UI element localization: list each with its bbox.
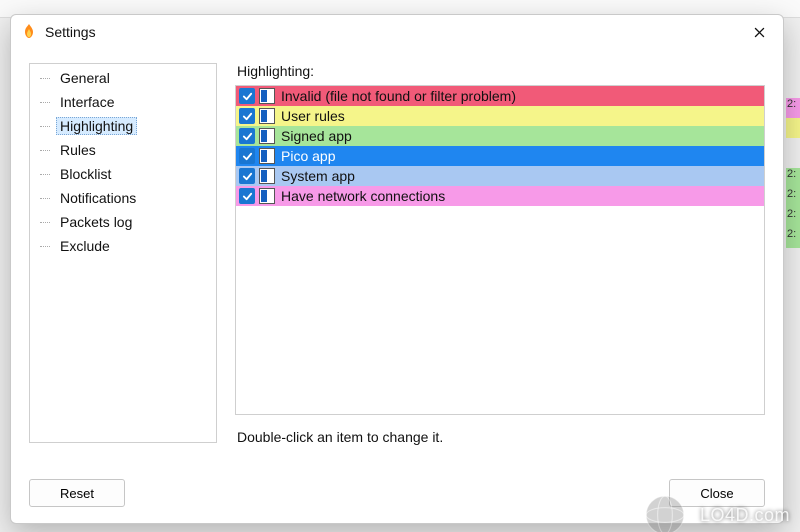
tree-connector bbox=[40, 78, 50, 79]
sidebar-item-interface[interactable]: Interface bbox=[30, 90, 216, 114]
tree-connector bbox=[40, 150, 50, 151]
background-list-fragment: 2: bbox=[786, 188, 800, 208]
tree-connector bbox=[40, 126, 50, 127]
row-checkbox[interactable] bbox=[239, 128, 255, 144]
highlight-row[interactable]: Invalid (file not found or filter proble… bbox=[236, 86, 764, 106]
highlight-row[interactable]: Pico app bbox=[236, 146, 764, 166]
row-checkbox[interactable] bbox=[239, 108, 255, 124]
row-checkbox[interactable] bbox=[239, 188, 255, 204]
highlight-row[interactable]: System app bbox=[236, 166, 764, 186]
tree-connector bbox=[40, 246, 50, 247]
tree-connector bbox=[40, 174, 50, 175]
background-list-fragment: 2: bbox=[786, 98, 800, 118]
color-swatch-icon[interactable] bbox=[259, 128, 275, 144]
highlight-row[interactable]: Have network connections bbox=[236, 186, 764, 206]
highlighting-list[interactable]: Invalid (file not found or filter proble… bbox=[235, 85, 765, 415]
close-icon[interactable] bbox=[739, 17, 779, 47]
sidebar-item-label: Blocklist bbox=[56, 166, 115, 182]
row-checkbox[interactable] bbox=[239, 88, 255, 104]
tree-connector bbox=[40, 222, 50, 223]
tree-connector bbox=[40, 102, 50, 103]
color-swatch-icon[interactable] bbox=[259, 188, 275, 204]
sidebar-item-blocklist[interactable]: Blocklist bbox=[30, 162, 216, 186]
color-swatch-icon[interactable] bbox=[259, 108, 275, 124]
row-label: Signed app bbox=[279, 128, 352, 144]
background-list-fragment: 2: bbox=[786, 208, 800, 228]
row-label: User rules bbox=[279, 108, 345, 124]
row-checkbox[interactable] bbox=[239, 168, 255, 184]
background-list-fragment bbox=[786, 118, 800, 138]
row-label: Invalid (file not found or filter proble… bbox=[279, 88, 516, 104]
settings-category-tree[interactable]: General Interface Highlighting Rules Blockli… bbox=[29, 63, 217, 443]
row-label: Have network connections bbox=[279, 188, 445, 204]
row-label: System app bbox=[279, 168, 355, 184]
highlight-row[interactable]: Signed app bbox=[236, 126, 764, 146]
reset-button[interactable]: Reset bbox=[29, 479, 125, 507]
color-swatch-icon[interactable] bbox=[259, 88, 275, 104]
sidebar-item-rules[interactable]: Rules bbox=[30, 138, 216, 162]
hint-text: Double-click an item to change it. bbox=[235, 429, 765, 445]
background-list-fragment: 2: bbox=[786, 168, 800, 188]
sidebar-item-label: Packets log bbox=[56, 214, 136, 230]
highlighting-pane: Highlighting: Invalid (file not found or… bbox=[235, 63, 765, 469]
color-swatch-icon[interactable] bbox=[259, 148, 275, 164]
sidebar-item-label: Exclude bbox=[56, 238, 114, 254]
sidebar-item-label: Notifications bbox=[56, 190, 140, 206]
tree-connector bbox=[40, 198, 50, 199]
settings-dialog: Settings General Interface Highlighting Rul… bbox=[10, 14, 784, 524]
section-label: Highlighting: bbox=[237, 63, 765, 79]
sidebar-item-exclude[interactable]: Exclude bbox=[30, 234, 216, 258]
sidebar-item-highlighting[interactable]: Highlighting bbox=[30, 114, 216, 138]
sidebar-item-label: Highlighting bbox=[56, 117, 137, 135]
sidebar-item-label: General bbox=[56, 70, 114, 86]
sidebar-item-general[interactable]: General bbox=[30, 66, 216, 90]
sidebar-item-notifications[interactable]: Notifications bbox=[30, 186, 216, 210]
app-icon bbox=[21, 24, 37, 40]
sidebar-item-label: Interface bbox=[56, 94, 118, 110]
highlight-row[interactable]: User rules bbox=[236, 106, 764, 126]
window-title: Settings bbox=[45, 24, 739, 40]
watermark-globe-icon bbox=[644, 494, 686, 532]
sidebar-item-packets-log[interactable]: Packets log bbox=[30, 210, 216, 234]
color-swatch-icon[interactable] bbox=[259, 168, 275, 184]
row-checkbox[interactable] bbox=[239, 148, 255, 164]
background-list-fragment: 2: bbox=[786, 228, 800, 248]
sidebar-item-label: Rules bbox=[56, 142, 100, 158]
titlebar: Settings bbox=[11, 15, 783, 49]
row-label: Pico app bbox=[279, 148, 335, 164]
